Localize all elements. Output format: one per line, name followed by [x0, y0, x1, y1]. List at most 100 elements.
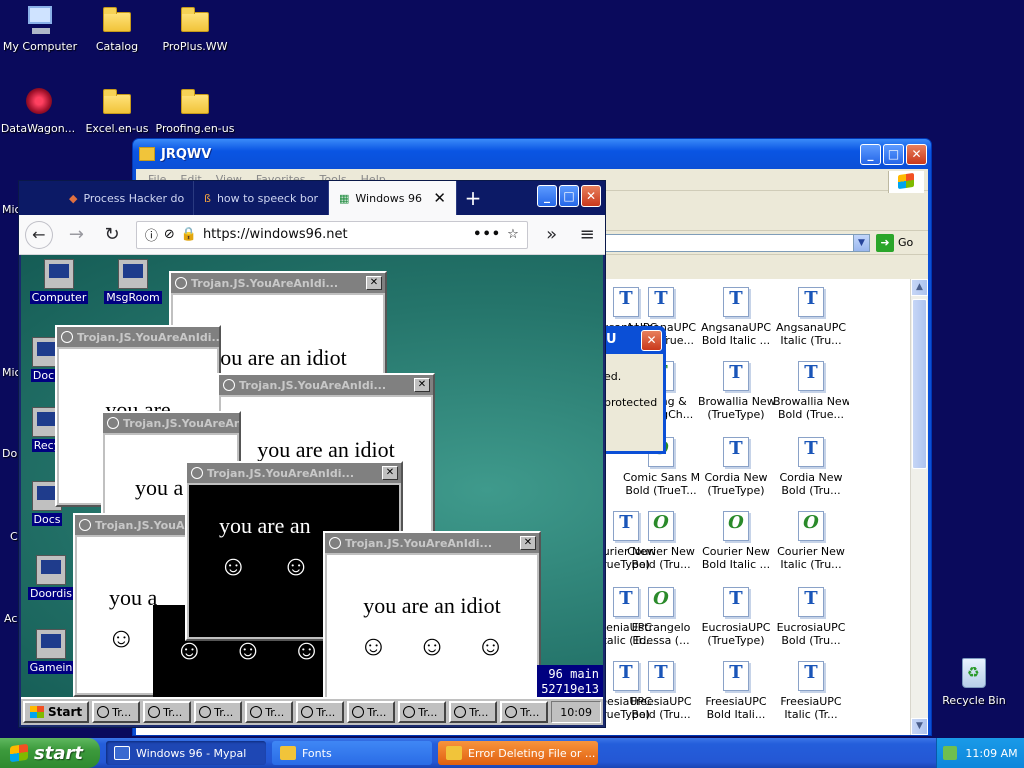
font-name: Cordia New [779, 471, 843, 484]
popup-titlebar[interactable]: Trojan.JS.YouAreAnIdi... [103, 413, 239, 433]
font-item[interactable]: O Courier New Italic (Tru... [773, 511, 849, 571]
folder-icon [101, 86, 133, 118]
font-item[interactable]: T FreesiaUPC Italic (Tr... [773, 661, 849, 721]
info-icon[interactable]: ⓘ [145, 225, 158, 244]
page-actions-icon[interactable]: ••• [473, 227, 501, 242]
start-button[interactable]: start [0, 738, 100, 768]
tab-windows-96[interactable]: ▦ Windows 96 ✕ [329, 181, 457, 215]
tab-bar: ◆ Process Hacker do ß how to speeck bor … [19, 181, 605, 215]
tray-icon[interactable] [943, 746, 958, 760]
chevron-down-icon[interactable]: ▼ [853, 234, 869, 251]
window-title: JRQWV [161, 146, 212, 162]
taskbar-item-fonts[interactable]: Fonts [272, 741, 432, 765]
smiley-icon: ☺ [417, 631, 447, 662]
font-name: Courier New [627, 545, 695, 558]
font-item[interactable]: T FreesiaUPC Bold Itali... [698, 661, 774, 721]
font-item[interactable]: T EucrosiaUPC (TrueType) [698, 587, 774, 647]
scroll-down-icon[interactable]: ▼ [911, 718, 928, 735]
error-dialog[interactable]: U ✕ ed. protected [604, 326, 666, 454]
desktop-icon-recycle-bin[interactable]: Recycle Bin [934, 658, 1014, 707]
forward-button[interactable]: → [65, 224, 89, 245]
maximize-button[interactable]: □ [559, 185, 579, 207]
desktop-icon-datawagon[interactable]: DataWagon... [0, 86, 78, 135]
popup-titlebar[interactable]: Trojan.JS.YouAreAnIdi... [171, 273, 385, 293]
url-bar[interactable]: ⓘ ⊘ 🔒 https://windows96.net ••• ☆ [135, 220, 528, 249]
scroll-up-icon[interactable]: ▲ [911, 279, 928, 296]
w96-task-item[interactable]: Tr... [194, 701, 243, 723]
bookmark-star-icon[interactable]: ☆ [507, 227, 519, 242]
w96-task-item[interactable]: Tr... [296, 701, 345, 723]
trojan-popup[interactable]: Trojan.JS.YouAreAnIdi... ✕ you are an id… [323, 531, 541, 701]
popup-titlebar[interactable]: Trojan.JS.YouAreAnIdi... [219, 375, 433, 395]
close-button[interactable]: ✕ [906, 144, 927, 165]
menu-hamburger-icon[interactable]: ≡ [575, 224, 599, 245]
explorer-titlebar[interactable]: JRQWV _ □ ✕ [133, 139, 931, 169]
go-button[interactable]: ➜ Go [876, 233, 924, 252]
overflow-chevron-icon[interactable]: » [540, 224, 564, 245]
font-item[interactable]: T Browallia New (TrueType) [698, 361, 774, 421]
font-type: Italic (Tru... [780, 558, 842, 571]
popup-titlebar[interactable]: Trojan.JS.YouAreAnIdi... [187, 463, 401, 483]
font-item[interactable]: T Cordia New (TrueType) [698, 437, 774, 497]
w96-task-item[interactable]: Tr... [143, 701, 192, 723]
popup-close-button[interactable]: ✕ [414, 378, 430, 392]
browser-window[interactable]: ◆ Process Hacker do ß how to speeck bor … [18, 180, 606, 728]
font-item[interactable]: T FreesiaUPC Bold (Tru... [623, 661, 699, 721]
popup-close-button[interactable]: ✕ [382, 466, 398, 480]
popup-message: you are an idiot [363, 593, 501, 618]
url-text[interactable]: https://windows96.net [203, 227, 467, 242]
scroll-thumb[interactable] [912, 299, 927, 469]
font-item[interactable]: T Browallia New Bold (True... [773, 361, 849, 421]
w96-icon-computer[interactable]: Computer [27, 259, 91, 304]
start-label: start [34, 742, 83, 764]
desktop-icon-excel[interactable]: Excel.en-us [77, 86, 157, 135]
font-item[interactable]: T AngsanaUPC Bold Italic ... [698, 287, 774, 347]
maximize-button[interactable]: □ [883, 144, 904, 165]
font-item[interactable]: T EucrosiaUPC Bold (Tru... [773, 587, 849, 647]
w96-start-button[interactable]: Start [23, 701, 90, 723]
font-item[interactable]: T Cordia New Bold (Tru... [773, 437, 849, 497]
font-item[interactable]: O Courier New Bold (Tru... [623, 511, 699, 571]
desktop-icon-proofing[interactable]: Proofing.en-us [155, 86, 235, 135]
popup-title: Trojan.JS.YouAreAnIdi... [191, 276, 339, 290]
tab-process-hacker[interactable]: ◆ Process Hacker do [59, 181, 194, 215]
taskbar-item-error[interactable]: Error Deleting File or ... [438, 741, 598, 765]
reload-button[interactable]: ↻ [100, 224, 124, 245]
truetype-font-icon: T [723, 661, 749, 691]
desktop-icon-catalog[interactable]: Catalog [77, 4, 157, 53]
w96-task-item[interactable]: Tr... [500, 701, 549, 723]
w96-task-label: Tr... [367, 705, 387, 719]
w96-task-label: Tr... [418, 705, 438, 719]
w96-icon-msgroom[interactable]: MsgRoom [101, 259, 165, 304]
vertical-scrollbar[interactable]: ▲ ▼ [910, 279, 928, 735]
arrow-right-icon: ➜ [876, 233, 894, 252]
close-button[interactable]: ✕ [641, 330, 662, 351]
minimize-button[interactable]: _ [537, 185, 557, 207]
tab-search[interactable]: ß how to speeck bor [194, 181, 329, 215]
w96-task-item[interactable]: Tr... [449, 701, 498, 723]
popup-close-button[interactable]: ✕ [366, 276, 382, 290]
w96-task-item[interactable]: Tr... [347, 701, 396, 723]
lock-icon[interactable]: 🔒 [181, 227, 197, 242]
popup-close-button[interactable]: ✕ [520, 536, 536, 550]
new-tab-button[interactable]: + [457, 181, 489, 215]
back-button[interactable]: ← [25, 220, 53, 249]
desktop-icon-my-computer[interactable]: My Computer [0, 4, 80, 53]
desktop-icon-proplus[interactable]: ProPlus.WW [155, 4, 235, 53]
font-item[interactable]: T AngsanaUPC Italic (Tru... [773, 287, 849, 347]
popup-titlebar[interactable]: Trojan.JS.YouAreAnIdi... [325, 533, 539, 553]
smiley-icon: ☺ [359, 631, 388, 662]
navigation-bar: ← → ↻ ⓘ ⊘ 🔒 https://windows96.net ••• ☆ … [19, 215, 605, 255]
w96-task-item[interactable]: Tr... [398, 701, 447, 723]
close-button[interactable]: ✕ [581, 185, 601, 207]
popup-titlebar[interactable]: Trojan.JS.YouAreAnIdi... [57, 327, 219, 347]
w96-task-item[interactable]: Tr... [245, 701, 294, 723]
minimize-button[interactable]: _ [860, 144, 881, 165]
tracking-protection-icon[interactable]: ⊘ [164, 227, 175, 242]
web-content[interactable]: Computer MsgRoom Docu Recy Docs Doordis … [21, 255, 603, 725]
w96-task-item[interactable]: Tr... [92, 701, 141, 723]
tab-close-icon[interactable]: ✕ [433, 189, 446, 207]
font-item[interactable]: O Courier New Bold Italic ... [698, 511, 774, 571]
font-item[interactable]: O Estrangelo Edessa (... [623, 587, 699, 647]
taskbar-item-browser[interactable]: Windows 96 - Mypal [106, 741, 266, 765]
